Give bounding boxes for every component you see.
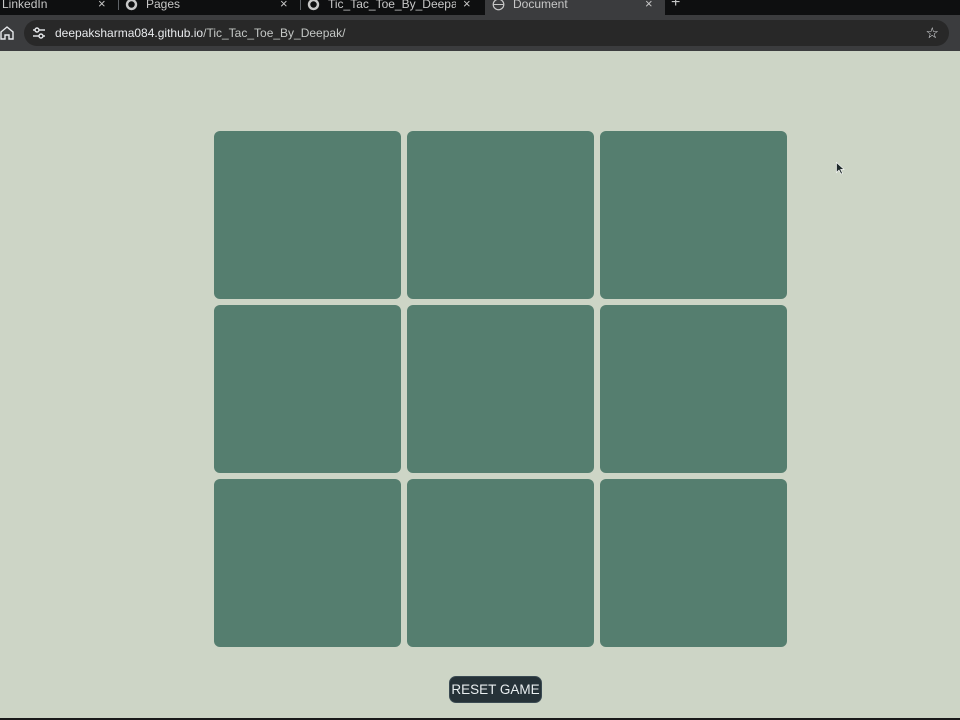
board-cell-8[interactable] (407, 479, 594, 647)
board-cell-7[interactable] (214, 479, 401, 647)
tab-separator (300, 0, 301, 10)
tab-tic-tac-toe-index[interactable]: Tic_Tac_Toe_By_Deepak/index.ht × (307, 0, 482, 15)
reset-game-button[interactable]: RESET GAME (449, 676, 542, 703)
tab-linkedin[interactable]: LinkedIn × (2, 0, 114, 15)
board-cell-1[interactable] (214, 131, 401, 299)
globe-icon (492, 0, 505, 10)
browser-toolbar: deepaksharma084.github.io/Tic_Tac_Toe_By… (0, 15, 960, 51)
close-icon[interactable]: × (463, 0, 471, 11)
tab-title: Tic_Tac_Toe_By_Deepak/index.ht (328, 0, 456, 11)
board-cell-3[interactable] (600, 131, 787, 299)
board-cell-9[interactable] (600, 479, 787, 647)
game-board (214, 131, 788, 647)
url-text[interactable]: deepaksharma084.github.io/Tic_Tac_Toe_By… (55, 26, 345, 40)
tab-separator (118, 0, 119, 10)
mouse-cursor-icon (836, 162, 845, 175)
github-icon (125, 0, 138, 10)
github-icon (307, 0, 320, 10)
url-host: deepaksharma084.github.io (55, 26, 204, 40)
tab-title: LinkedIn (2, 0, 48, 11)
close-icon[interactable]: × (98, 0, 106, 11)
tab-document[interactable]: Document × (485, 0, 665, 15)
tab-strip: LinkedIn × Pages × Tic_Tac_Toe_By_Deepak… (0, 0, 960, 15)
new-tab-button[interactable]: + (671, 0, 680, 12)
board-cell-5[interactable] (407, 305, 594, 473)
home-icon[interactable] (0, 25, 14, 41)
tab-pages[interactable]: Pages × (125, 0, 295, 15)
site-settings-icon[interactable] (32, 26, 46, 40)
address-bar[interactable]: deepaksharma084.github.io/Tic_Tac_Toe_By… (24, 20, 949, 46)
tab-title: Document (513, 0, 568, 11)
board-cell-2[interactable] (407, 131, 594, 299)
close-icon[interactable]: × (280, 0, 288, 11)
board-cell-6[interactable] (600, 305, 787, 473)
close-icon[interactable]: × (645, 0, 653, 11)
tab-title: Pages (146, 0, 181, 11)
bookmark-star-icon[interactable]: ☆ (926, 24, 939, 42)
board-cell-4[interactable] (214, 305, 401, 473)
url-path: /Tic_Tac_Toe_By_Deepak/ (203, 26, 346, 40)
